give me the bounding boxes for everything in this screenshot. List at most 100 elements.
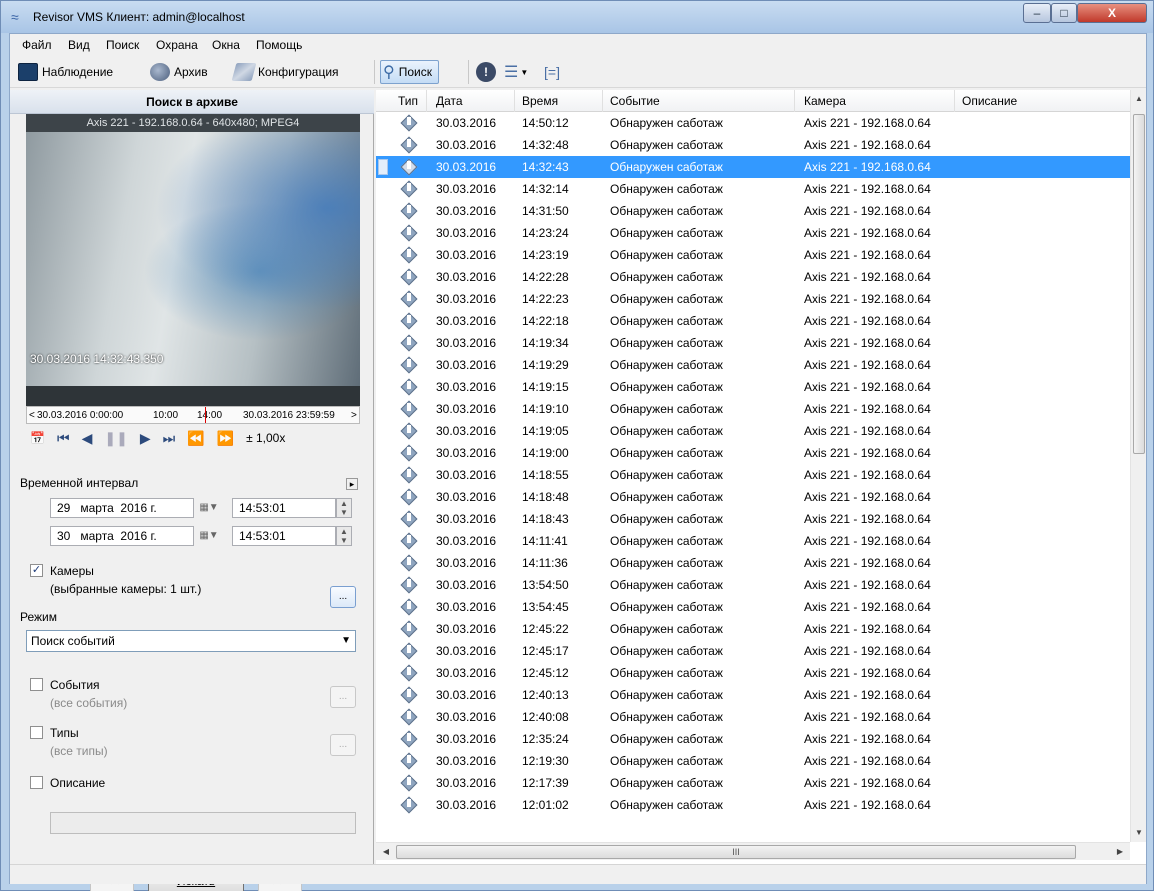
- table-row[interactable]: 30.03.2016 14:19:29 Обнаружен саботаж Axis …: [376, 354, 1130, 376]
- table-row[interactable]: 30.03.2016 14:19:05 Обнаружен саботаж Axis …: [376, 420, 1130, 442]
- table-row[interactable]: 30.03.2016 14:19:15 Обнаружен саботаж Axis …: [376, 376, 1130, 398]
- table-row[interactable]: 30.03.2016 12:45:12 Обнаружен саботаж Axis …: [376, 662, 1130, 684]
- rewind-icon[interactable]: ⏪: [187, 430, 204, 447]
- col-time[interactable]: Время: [522, 94, 558, 108]
- table-row[interactable]: 30.03.2016 14:19:34 Обнаружен саботаж Axis …: [376, 332, 1130, 354]
- fullscreen-button[interactable]: [=]: [544, 60, 560, 84]
- from-calendar-dropdown[interactable]: ▦▼: [196, 498, 222, 518]
- horizontal-scroll-thumb[interactable]: III: [396, 845, 1076, 859]
- to-time-field[interactable]: 14:53:01: [232, 526, 336, 546]
- skip-to-start-icon[interactable]: ⏮: [57, 430, 70, 447]
- column-divider[interactable]: [954, 90, 955, 112]
- col-date[interactable]: Дата: [436, 94, 463, 108]
- skip-to-end-icon[interactable]: ⏭: [163, 430, 176, 447]
- search-mode-button[interactable]: ⚲ Поиск: [380, 60, 439, 84]
- table-row[interactable]: 30.03.2016 14:23:24 Обнаружен саботаж Axis …: [376, 222, 1130, 244]
- menu-view[interactable]: Вид: [68, 38, 90, 52]
- fast-forward-icon[interactable]: ⏩: [217, 430, 234, 447]
- row-selector[interactable]: [378, 159, 388, 175]
- table-row[interactable]: 30.03.2016 12:45:22 Обнаружен саботаж Axis …: [376, 618, 1130, 640]
- observe-button[interactable]: Наблюдение: [18, 60, 113, 84]
- list-view-button[interactable]: ☰ ▼: [504, 60, 528, 84]
- table-row[interactable]: 30.03.2016 14:18:48 Обнаружен саботаж Axis …: [376, 486, 1130, 508]
- table-row[interactable]: 30.03.2016 14:11:36 Обнаружен саботаж Axis …: [376, 552, 1130, 574]
- col-event[interactable]: Событие: [610, 94, 660, 108]
- menu-help[interactable]: Помощь: [256, 38, 302, 52]
- table-row[interactable]: 30.03.2016 13:54:45 Обнаружен саботаж Axis …: [376, 596, 1130, 618]
- description-checkbox[interactable]: [30, 776, 43, 789]
- archive-button[interactable]: Архив: [150, 60, 208, 84]
- table-row[interactable]: 30.03.2016 12:35:24 Обнаружен саботаж Axis …: [376, 728, 1130, 750]
- choose-events-button[interactable]: ...: [330, 686, 356, 708]
- vertical-scrollbar[interactable]: ▲ ▼: [1130, 90, 1146, 842]
- table-row[interactable]: 30.03.2016 14:22:18 Обнаружен саботаж Axis …: [376, 310, 1130, 332]
- alarm-button[interactable]: !: [476, 60, 496, 84]
- scroll-right-icon[interactable]: ▶: [1112, 847, 1128, 856]
- choose-cameras-button[interactable]: ...: [330, 586, 356, 608]
- table-row[interactable]: 30.03.2016 14:32:14 Обнаружен саботаж Axis …: [376, 178, 1130, 200]
- timeline-cursor[interactable]: [205, 407, 206, 423]
- maximize-button[interactable]: □: [1051, 3, 1077, 23]
- column-divider[interactable]: [602, 90, 603, 112]
- table-row[interactable]: 30.03.2016 12:19:30 Обнаружен саботаж Axis …: [376, 750, 1130, 772]
- title-bar[interactable]: ≈ Revisor VMS Клиент: admin@localhost – …: [1, 1, 1153, 33]
- column-divider[interactable]: [426, 90, 427, 112]
- table-row[interactable]: 30.03.2016 14:31:50 Обнаружен саботаж Axis …: [376, 200, 1130, 222]
- timeline-bar[interactable]: < 30.03.2016 0:00:00 10:00 14:00 30.03.2…: [26, 406, 360, 424]
- table-row[interactable]: 30.03.2016 14:50:12 Обнаружен саботаж Axis …: [376, 112, 1130, 134]
- scroll-down-icon[interactable]: ▼: [1131, 828, 1147, 837]
- mode-select[interactable]: Поиск событий ▼: [26, 630, 356, 652]
- table-row[interactable]: 30.03.2016 14:11:41 Обнаружен саботаж Axis …: [376, 530, 1130, 552]
- close-button[interactable]: X: [1077, 3, 1147, 23]
- step-back-icon[interactable]: ◀: [82, 430, 93, 447]
- table-row[interactable]: 30.03.2016 12:40:13 Обнаружен саботаж Axis …: [376, 684, 1130, 706]
- types-checkbox[interactable]: [30, 726, 43, 739]
- playback-speed[interactable]: ± 1,00x: [246, 431, 285, 445]
- table-row[interactable]: 30.03.2016 12:40:08 Обнаружен саботаж Axis …: [376, 706, 1130, 728]
- cameras-checkbox[interactable]: ✓: [30, 564, 43, 577]
- timeline-prev-icon[interactable]: <: [29, 410, 35, 421]
- calendar-icon[interactable]: 📅: [30, 431, 45, 445]
- table-row[interactable]: 30.03.2016 14:22:28 Обнаружен саботаж Axis …: [376, 266, 1130, 288]
- table-row[interactable]: 30.03.2016 14:32:48 Обнаружен саботаж Axis …: [376, 134, 1130, 156]
- minimize-button[interactable]: –: [1023, 3, 1051, 23]
- vertical-scroll-thumb[interactable]: [1133, 114, 1145, 454]
- table-row[interactable]: 30.03.2016 12:17:39 Обнаружен саботаж Axis …: [376, 772, 1130, 794]
- from-time-spinner[interactable]: ▲ ▼: [336, 498, 352, 518]
- table-row[interactable]: 30.03.2016 14:19:10 Обнаружен саботаж Axis …: [376, 398, 1130, 420]
- col-camera[interactable]: Камера: [804, 94, 846, 108]
- col-description[interactable]: Описание: [962, 94, 1017, 108]
- config-button[interactable]: Конфигурация: [231, 60, 339, 84]
- table-row[interactable]: 30.03.2016 13:54:50 Обнаружен саботаж Axis …: [376, 574, 1130, 596]
- table-row[interactable]: 30.03.2016 14:18:55 Обнаружен саботаж Axis …: [376, 464, 1130, 486]
- column-divider[interactable]: [514, 90, 515, 112]
- to-calendar-dropdown[interactable]: ▦▼: [196, 526, 222, 546]
- play-icon[interactable]: ▶: [140, 430, 151, 447]
- timeline-next-icon[interactable]: >: [351, 410, 357, 421]
- events-checkbox[interactable]: [30, 678, 43, 691]
- pause-icon[interactable]: ❚❚: [104, 430, 127, 447]
- video-preview[interactable]: Axis 221 - 192.168.0.64 - 640x480; MPEG4…: [26, 114, 360, 406]
- col-type[interactable]: Тип: [398, 94, 418, 108]
- table-row[interactable]: 30.03.2016 14:19:00 Обнаружен саботаж Axis …: [376, 442, 1130, 464]
- description-input[interactable]: [50, 812, 356, 834]
- table-row[interactable]: 30.03.2016 14:22:23 Обнаружен саботаж Axis …: [376, 288, 1130, 310]
- horizontal-scrollbar[interactable]: ◀ III ▶: [376, 842, 1130, 860]
- scroll-up-icon[interactable]: ▲: [1131, 94, 1147, 103]
- expand-icon[interactable]: ▸: [346, 478, 358, 490]
- table-row[interactable]: 30.03.2016 14:23:19 Обнаружен саботаж Axis …: [376, 244, 1130, 266]
- column-divider[interactable]: [794, 90, 795, 112]
- from-time-field[interactable]: 14:53:01: [232, 498, 336, 518]
- table-row[interactable]: 30.03.2016 12:01:02 Обнаружен саботаж Axis …: [376, 794, 1130, 816]
- menu-search[interactable]: Поиск: [106, 38, 139, 52]
- table-row[interactable]: 30.03.2016 14:18:43 Обнаружен саботаж Axis …: [376, 508, 1130, 530]
- table-row[interactable]: 30.03.2016 12:45:17 Обнаружен саботаж Axis …: [376, 640, 1130, 662]
- menu-security[interactable]: Охрана: [156, 38, 198, 52]
- to-date-field[interactable]: 30 марта 2016 г.: [50, 526, 194, 546]
- to-time-spinner[interactable]: ▲ ▼: [336, 526, 352, 546]
- choose-types-button[interactable]: ...: [330, 734, 356, 756]
- table-row[interactable]: 30.03.2016 14:32:43 Обнаружен саботаж Axis …: [376, 156, 1130, 178]
- menu-windows[interactable]: Окна: [212, 38, 240, 52]
- scroll-left-icon[interactable]: ◀: [378, 847, 394, 856]
- from-date-field[interactable]: 29 марта 2016 г.: [50, 498, 194, 518]
